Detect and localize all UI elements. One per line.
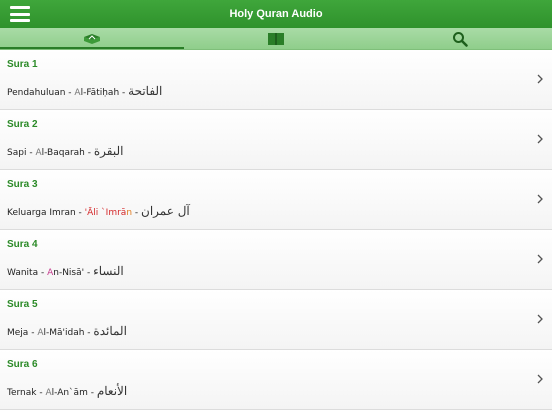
separator: - — [28, 328, 38, 338]
sura-translation: Wanita — [7, 268, 39, 278]
sura-number: Sura 3 — [7, 179, 38, 190]
translit-part: l-Mā'idah — [43, 328, 85, 338]
sura-translation: Keluarga Imran — [7, 208, 76, 218]
app-window: Holy Quran Audio Sura 1 Pendahuluan - Al… — [0, 0, 552, 414]
search-icon — [453, 31, 468, 47]
app-title: Holy Quran Audio — [229, 8, 323, 20]
translit-part: n-Nisā' — [53, 268, 85, 278]
sura-row-6[interactable]: Sura 6 Ternak - Al-An`ām - الأنعام — [0, 350, 552, 410]
separator: - — [84, 148, 94, 158]
chevron-right-icon — [537, 194, 543, 204]
sura-translation: Sapi — [7, 148, 27, 158]
sura-arabic: آل عمران — [141, 204, 190, 218]
separator: - — [75, 208, 85, 218]
sura-number: Sura 1 — [7, 59, 38, 70]
sura-number: Sura 5 — [7, 299, 38, 310]
separator: - — [119, 88, 129, 98]
separator: - — [84, 268, 94, 278]
sura-number: Sura 4 — [7, 239, 38, 250]
sura-names: Pendahuluan - Al-Fātiḥah - الفاتحة — [7, 84, 162, 98]
sura-row-5[interactable]: Sura 5 Meja - Al-Mā'idah - المائدة — [0, 290, 552, 350]
tab-search[interactable] — [368, 28, 552, 49]
sura-translation: Pendahuluan — [7, 88, 66, 98]
sura-arabic: النساء — [93, 264, 124, 278]
sura-row-4[interactable]: Sura 4 Wanita - An-Nisā' - النساء — [0, 230, 552, 290]
translit-part: 'Āli `Imrā — [84, 208, 127, 218]
sura-names: Keluarga Imran - 'Āli `Imrān - آل عمران — [7, 204, 190, 218]
chevron-right-icon — [537, 254, 543, 264]
sura-names: Wanita - An-Nisā' - النساء — [7, 264, 124, 278]
sura-list: Sura 1 Pendahuluan - Al-Fātiḥah - الفاتح… — [0, 50, 552, 414]
sura-arabic: الفاتحة — [128, 84, 163, 98]
tab-reading[interactable] — [184, 28, 368, 49]
chevron-right-icon — [537, 74, 543, 84]
hamburger-menu-icon[interactable] — [10, 6, 30, 22]
translit-part: l-Fātiḥah — [80, 88, 120, 98]
tab-bar — [0, 28, 552, 50]
separator: - — [132, 208, 142, 218]
sura-arabic: البقرة — [93, 144, 124, 158]
quran-book-icon — [84, 33, 100, 44]
sura-names: Sapi - Al-Baqarah - البقرة — [7, 144, 123, 158]
open-book-icon — [268, 32, 284, 45]
sura-translation: Ternak — [7, 388, 37, 398]
chevron-right-icon — [537, 374, 543, 384]
chevron-right-icon — [537, 314, 543, 324]
sura-arabic: الأنعام — [96, 384, 128, 398]
sura-arabic: المائدة — [93, 324, 127, 338]
sura-row-1[interactable]: Sura 1 Pendahuluan - Al-Fātiḥah - الفاتح… — [0, 50, 552, 110]
translit-part: l-An`ām — [51, 388, 88, 398]
tab-quran[interactable] — [0, 28, 184, 49]
sura-number: Sura 2 — [7, 119, 38, 130]
sura-row-3[interactable]: Sura 3 Keluarga Imran - 'Āli `Imrān - آل… — [0, 170, 552, 230]
separator: - — [87, 388, 97, 398]
translit-part: l-Baqarah — [41, 148, 85, 158]
sura-names: Ternak - Al-An`ām - الأنعام — [7, 384, 127, 398]
separator: - — [38, 268, 48, 278]
sura-translation: Meja — [7, 328, 29, 338]
title-bar: Holy Quran Audio — [0, 0, 552, 28]
sura-names: Meja - Al-Mā'idah - المائدة — [7, 324, 127, 338]
sura-row-2[interactable]: Sura 2 Sapi - Al-Baqarah - البقرة — [0, 110, 552, 170]
sura-number: Sura 6 — [7, 359, 38, 370]
chevron-right-icon — [537, 134, 543, 144]
